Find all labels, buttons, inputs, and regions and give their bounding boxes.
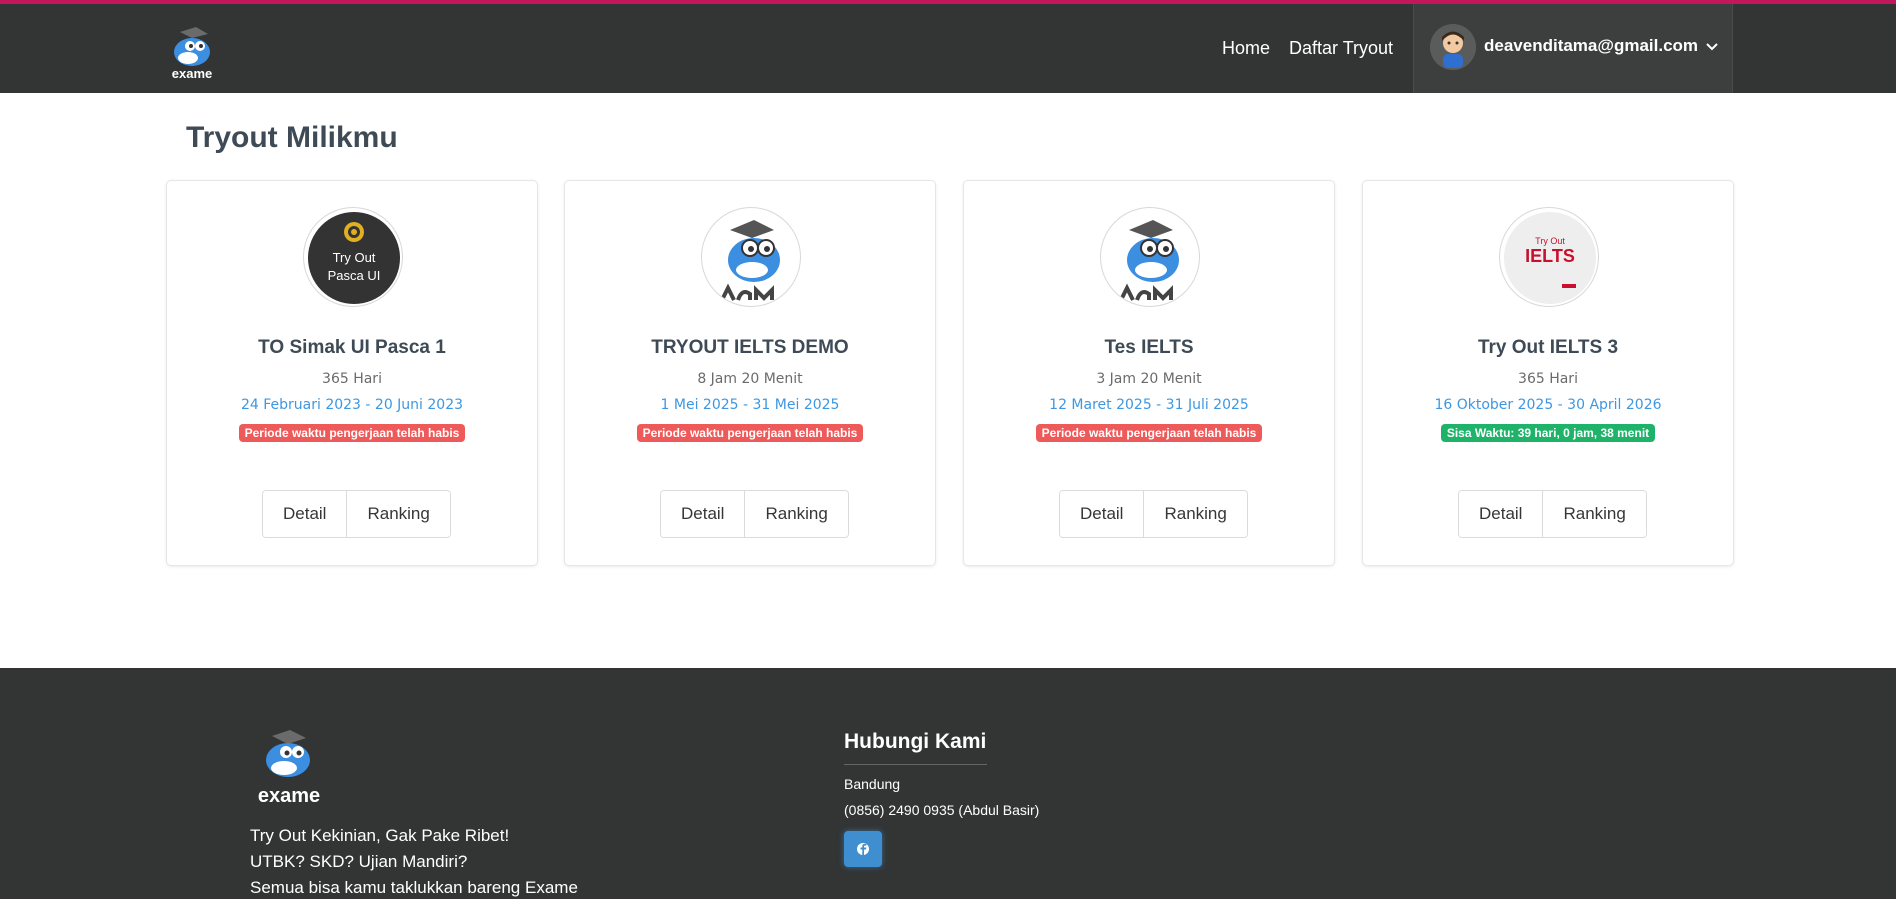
detail-button[interactable]: Detail bbox=[661, 491, 745, 537]
tryout-card: TRYOUT IELTS DEMO 8 Jam 20 Menit 1 Mei 2… bbox=[564, 180, 936, 566]
exame-logo-icon: exame bbox=[172, 27, 212, 81]
detail-button[interactable]: Detail bbox=[1459, 491, 1543, 537]
card-actions: Detail Ranking bbox=[262, 490, 451, 538]
card-logo bbox=[701, 207, 801, 307]
status-badge: Sisa Waktu: 39 hari, 0 jam, 38 menit bbox=[1440, 424, 1656, 442]
navbar: exame Home Daftar Tryout deavenditama@gm… bbox=[0, 4, 1896, 93]
page-title: Tryout Milikmu bbox=[186, 121, 398, 154]
card-duration: 3 Jam 20 Menit bbox=[1096, 371, 1202, 387]
exame-logo-link[interactable]: exame bbox=[166, 24, 218, 81]
footer-logo: exame bbox=[250, 728, 328, 807]
status-badge: Periode waktu pengerjaan telah habis bbox=[238, 424, 466, 442]
exame-mascot-icon bbox=[720, 220, 780, 301]
facebook-button[interactable] bbox=[844, 831, 882, 867]
user-menu[interactable]: deavenditama@gmail.com bbox=[1413, 4, 1733, 93]
svg-text:Pasca UI: Pasca UI bbox=[328, 268, 381, 283]
contact-city: Bandung bbox=[844, 776, 901, 792]
contact-phone: (0856) 2490 0935 (Abdul Basir) bbox=[844, 802, 1040, 818]
tryout-card: Try Out Pasca UI TO Simak UI Pasca 1 365… bbox=[166, 180, 538, 566]
tryout-card: Try Out IELTS Try Out IELTS 3 365 Hari 1… bbox=[1362, 180, 1734, 566]
svg-text:exame: exame bbox=[172, 66, 212, 80]
card-period: 24 Februari 2023 - 20 Juni 2023 bbox=[240, 397, 464, 413]
chevron-down-icon bbox=[1706, 43, 1718, 51]
card-actions: Detail Ranking bbox=[1458, 490, 1647, 538]
footer: exame Try Out Kekinian, Gak Pake Ribet! … bbox=[0, 668, 1896, 899]
card-title: Try Out IELTS 3 bbox=[1477, 337, 1619, 358]
exame-mascot-icon bbox=[1119, 220, 1179, 301]
detail-button[interactable]: Detail bbox=[263, 491, 347, 537]
card-period: 1 Mei 2025 - 31 Mei 2025 bbox=[660, 397, 840, 413]
card-actions: Detail Ranking bbox=[1059, 490, 1248, 538]
pasca-ui-logo-icon: Try Out Pasca UI bbox=[308, 212, 400, 304]
facebook-icon bbox=[857, 843, 869, 855]
ranking-button[interactable]: Ranking bbox=[1143, 491, 1247, 537]
card-title: Tes IELTS bbox=[1104, 337, 1194, 358]
card-logo bbox=[1100, 207, 1200, 307]
svg-text:IELTS: IELTS bbox=[1525, 246, 1575, 266]
svg-text:exame: exame bbox=[258, 785, 320, 806]
user-avatar-icon bbox=[1430, 24, 1476, 70]
footer-tagline: Try Out Kekinian, Gak Pake Ribet! bbox=[250, 826, 510, 845]
ranking-button[interactable]: Ranking bbox=[1542, 491, 1646, 537]
card-logo: Try Out IELTS bbox=[1499, 207, 1599, 307]
card-title: TRYOUT IELTS DEMO bbox=[651, 337, 849, 358]
exame-logo-icon: exame bbox=[258, 730, 320, 807]
nav-home-link[interactable]: Home bbox=[1222, 38, 1270, 59]
footer-tagline: Semua bisa kamu taklukkan bareng Exame bbox=[250, 878, 578, 897]
contact-divider bbox=[844, 764, 987, 765]
card-duration: 8 Jam 20 Menit bbox=[697, 371, 803, 387]
card-duration: 365 Hari bbox=[322, 371, 382, 387]
svg-text:Try Out: Try Out bbox=[333, 250, 376, 265]
card-actions: Detail Ranking bbox=[660, 490, 849, 538]
status-badge: Periode waktu pengerjaan telah habis bbox=[636, 424, 864, 442]
ielts-logo-icon: Try Out IELTS bbox=[1504, 212, 1596, 304]
contact-title: Hubungi Kami bbox=[844, 730, 987, 753]
card-title: TO Simak UI Pasca 1 bbox=[258, 337, 446, 358]
ranking-button[interactable]: Ranking bbox=[346, 491, 450, 537]
footer-tagline: UTBK? SKD? Ujian Mandiri? bbox=[250, 852, 468, 871]
card-period: 12 Maret 2025 - 31 Juli 2025 bbox=[1049, 397, 1249, 413]
card-duration: 365 Hari bbox=[1518, 371, 1578, 387]
tryout-card: Tes IELTS 3 Jam 20 Menit 12 Maret 2025 -… bbox=[963, 180, 1335, 566]
svg-text:Try Out: Try Out bbox=[1535, 236, 1565, 246]
user-email: deavenditama@gmail.com bbox=[1484, 36, 1699, 55]
card-period: 16 Oktober 2025 - 30 April 2026 bbox=[1434, 397, 1662, 413]
avatar bbox=[1430, 24, 1476, 70]
ranking-button[interactable]: Ranking bbox=[744, 491, 848, 537]
nav-daftar-tryout-link[interactable]: Daftar Tryout bbox=[1289, 38, 1393, 59]
detail-button[interactable]: Detail bbox=[1060, 491, 1144, 537]
card-logo: Try Out Pasca UI bbox=[303, 207, 403, 307]
status-badge: Periode waktu pengerjaan telah habis bbox=[1035, 424, 1263, 442]
